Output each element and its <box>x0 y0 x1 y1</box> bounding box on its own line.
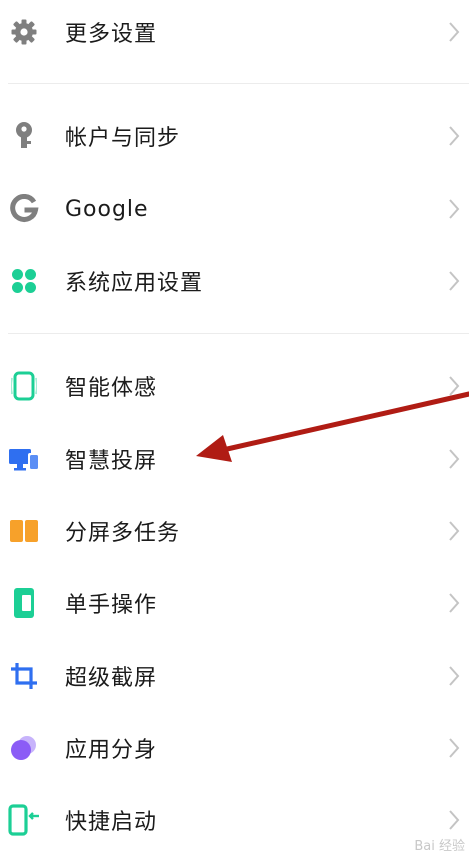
chevron-right-icon <box>449 810 460 830</box>
gear-icon <box>8 16 40 48</box>
split-screen-icon <box>8 515 40 547</box>
chevron-right-icon <box>449 666 460 686</box>
quick-launch-icon <box>8 804 40 836</box>
settings-item-quick-launch[interactable]: 快捷启动 <box>0 784 469 856</box>
chevron-right-icon <box>449 22 460 42</box>
section-divider <box>8 333 469 334</box>
settings-item-label: 智慧投屏 <box>65 449 158 474</box>
watermark: Bai 经验 <box>414 839 465 854</box>
settings-item-app-clone[interactable]: 应用分身 <box>0 712 469 784</box>
settings-item-more-settings[interactable]: 更多设置 <box>0 0 469 68</box>
settings-item-super-screenshot[interactable]: 超级截屏 <box>0 640 469 712</box>
one-hand-icon <box>8 587 40 619</box>
settings-item-label: 超级截屏 <box>65 666 158 691</box>
settings-item-smart-motion[interactable]: 智能体感 <box>0 350 469 422</box>
settings-item-smart-screen-cast[interactable]: 智慧投屏 <box>0 423 469 495</box>
settings-item-label: 分屏多任务 <box>65 521 181 546</box>
settings-item-label: 帐户与同步 <box>65 126 181 151</box>
settings-item-label: Google <box>65 196 149 222</box>
settings-item-label: 单手操作 <box>65 593 158 618</box>
key-icon <box>8 120 40 152</box>
clover-icon <box>8 265 40 297</box>
settings-item-accounts-sync[interactable]: 帐户与同步 <box>0 100 469 172</box>
crop-icon <box>8 660 40 692</box>
chevron-right-icon <box>449 449 460 469</box>
chevron-right-icon <box>449 199 460 219</box>
app-clone-icon <box>8 732 40 764</box>
settings-item-one-hand-mode[interactable]: 单手操作 <box>0 567 469 639</box>
section-divider <box>8 83 469 84</box>
chevron-right-icon <box>449 126 460 146</box>
chevron-right-icon <box>449 271 460 291</box>
settings-item-label: 系统应用设置 <box>65 271 204 296</box>
chevron-right-icon <box>449 738 460 758</box>
chevron-right-icon <box>449 593 460 613</box>
google-icon <box>8 193 40 225</box>
settings-item-system-app-settings[interactable]: 系统应用设置 <box>0 245 469 317</box>
settings-item-label: 智能体感 <box>65 376 158 401</box>
chevron-right-icon <box>449 521 460 541</box>
screen-cast-icon <box>8 443 40 475</box>
settings-item-label: 应用分身 <box>65 738 158 763</box>
settings-item-label: 快捷启动 <box>65 810 158 835</box>
settings-item-split-screen[interactable]: 分屏多任务 <box>0 495 469 567</box>
settings-item-google[interactable]: Google <box>0 173 469 245</box>
chevron-right-icon <box>449 376 460 396</box>
settings-item-label: 更多设置 <box>65 22 158 47</box>
phone-motion-icon <box>8 370 40 402</box>
